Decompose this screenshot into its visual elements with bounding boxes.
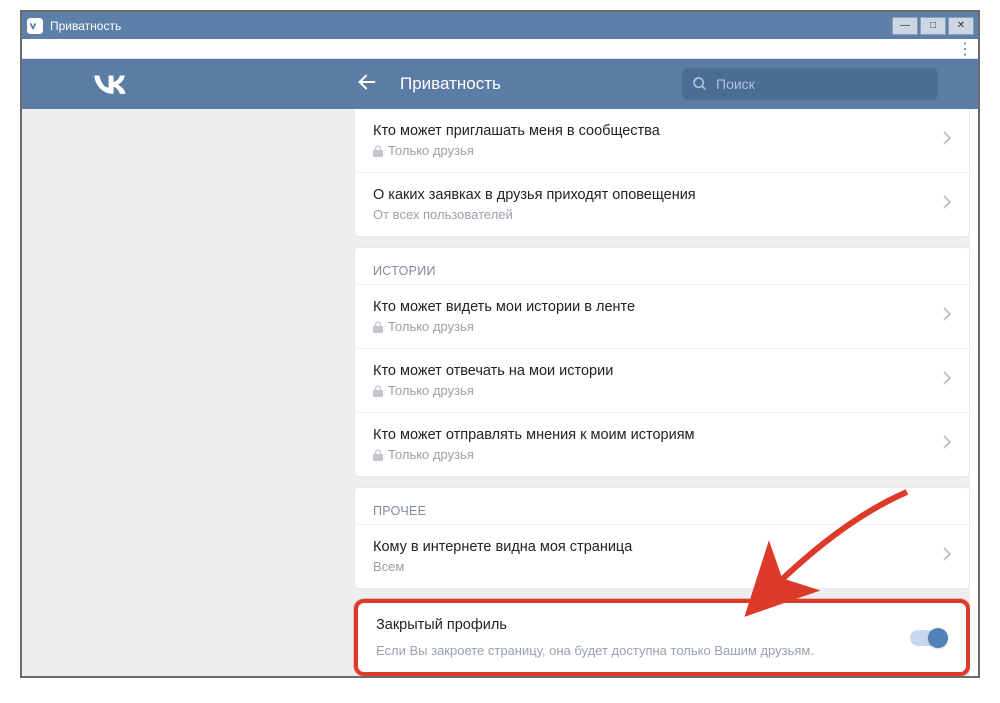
- setting-title: Закрытый профиль: [376, 617, 910, 633]
- setting-row-stories-view[interactable]: Кто может видеть мои истории в ленте Тол…: [355, 284, 969, 348]
- setting-row-stories-opinions[interactable]: Кто может отправлять мнения к моим истор…: [355, 412, 969, 476]
- section-heading: ИСТОРИИ: [355, 248, 969, 284]
- setting-value: От всех пользователей: [373, 207, 943, 222]
- settings-panel: Кто может приглашать меня в сообщества Т…: [354, 109, 970, 237]
- setting-value: Только друзья: [373, 319, 943, 334]
- setting-title: Кто может отправлять мнения к моим истор…: [373, 427, 943, 443]
- search-icon: [692, 76, 708, 97]
- setting-title: О каких заявках в друзья приходят оповещ…: [373, 187, 943, 203]
- settings-panel-private-profile: Закрытый профиль Если Вы закроете страни…: [354, 599, 970, 676]
- chevron-right-icon: [943, 547, 951, 566]
- titlebar[interactable]: Приватность ― □ ✕: [22, 12, 978, 39]
- setting-title: Кто может видеть мои истории в ленте: [373, 299, 943, 315]
- setting-row-private-profile[interactable]: Закрытый профиль Если Вы закроете страни…: [358, 603, 966, 672]
- setting-title: Кому в интернете видна моя страница: [373, 539, 943, 555]
- lock-icon: [373, 385, 383, 397]
- chevron-right-icon: [943, 195, 951, 214]
- setting-title: Кто может приглашать меня в сообщества: [373, 123, 943, 139]
- kebab-menu-icon[interactable]: ⋮: [957, 39, 972, 59]
- setting-value: Только друзья: [373, 383, 943, 398]
- vk-logo-icon[interactable]: [86, 73, 134, 95]
- search-input[interactable]: [682, 68, 938, 100]
- chevron-right-icon: [943, 435, 951, 454]
- window-frame: Приватность ― □ ✕ ⋮ Приватность: [20, 10, 980, 678]
- maximize-button[interactable]: □: [920, 17, 946, 35]
- setting-value: Всем: [373, 559, 943, 574]
- window-title: Приватность: [50, 19, 890, 33]
- setting-row-friend-requests[interactable]: О каких заявках в друзья приходят оповещ…: [355, 172, 969, 236]
- chevron-right-icon: [943, 131, 951, 150]
- back-arrow-icon[interactable]: [356, 71, 378, 98]
- settings-panel-stories: ИСТОРИИ Кто может видеть мои истории в л…: [354, 247, 970, 477]
- setting-description: Если Вы закроете страницу, она будет дос…: [376, 637, 910, 658]
- chevron-right-icon: [943, 307, 951, 326]
- chevron-right-icon: [943, 371, 951, 390]
- app-header: Приватность: [22, 59, 978, 109]
- settings-panel-other: ПРОЧЕЕ Кому в интернете видна моя страни…: [354, 487, 970, 589]
- private-profile-toggle[interactable]: [910, 630, 946, 646]
- minimize-button[interactable]: ―: [892, 17, 918, 35]
- vk-app-icon: [26, 17, 44, 35]
- menubar: ⋮: [22, 39, 978, 59]
- setting-value: Только друзья: [373, 143, 943, 158]
- header-title: Приватность: [400, 74, 501, 94]
- lock-icon: [373, 449, 383, 461]
- setting-title: Кто может отвечать на мои истории: [373, 363, 943, 379]
- setting-row-invite-communities[interactable]: Кто может приглашать меня в сообщества Т…: [355, 109, 969, 172]
- lock-icon: [373, 321, 383, 333]
- lock-icon: [373, 145, 383, 157]
- setting-row-stories-reply[interactable]: Кто может отвечать на мои истории Только…: [355, 348, 969, 412]
- setting-value: Только друзья: [373, 447, 943, 462]
- section-heading: ПРОЧЕЕ: [355, 488, 969, 524]
- close-button[interactable]: ✕: [948, 17, 974, 35]
- setting-row-page-visibility[interactable]: Кому в интернете видна моя страница Всем: [355, 524, 969, 588]
- content-area: Кто может приглашать меня в сообщества Т…: [22, 109, 970, 676]
